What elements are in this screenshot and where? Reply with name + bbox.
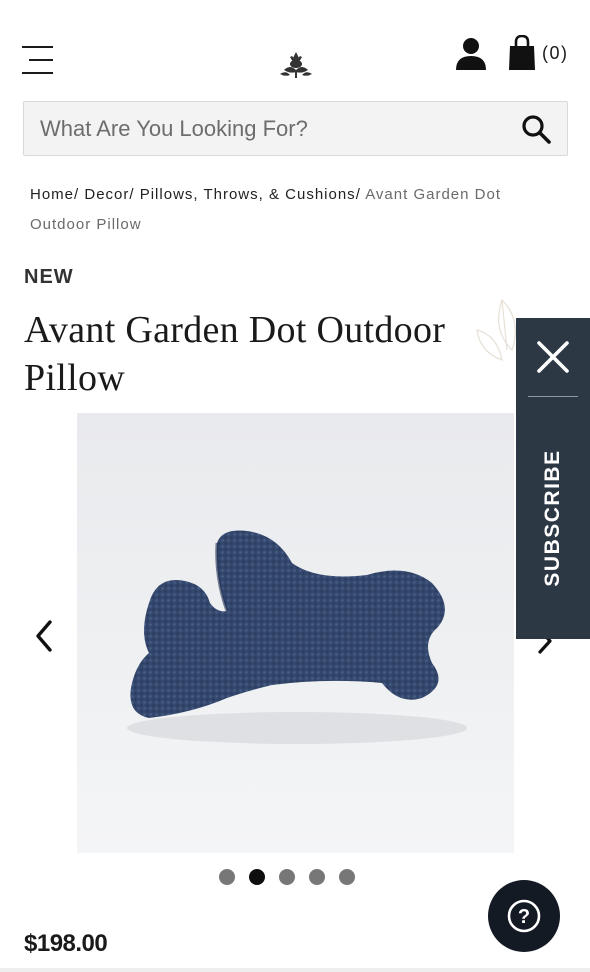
breadcrumb-pillows[interactable]: Pillows, Throws, & Cushions: [140, 186, 356, 203]
gallery-pagination: [219, 869, 355, 885]
menu-bar: [22, 72, 53, 74]
subscribe-panel: SUBSCRIBE: [516, 318, 590, 639]
dog-pillow-image: [127, 530, 467, 744]
help-label: ?: [518, 906, 530, 928]
close-icon[interactable]: [534, 338, 572, 376]
gallery-dot[interactable]: [309, 869, 325, 885]
search-bar: [23, 101, 568, 156]
hamburger-menu-button[interactable]: [22, 44, 54, 76]
gallery-dot[interactable]: [279, 869, 295, 885]
gallery-dot[interactable]: [339, 869, 355, 885]
chevron-left-icon[interactable]: [30, 618, 60, 654]
breadcrumb-separator: /: [129, 186, 135, 203]
breadcrumb-separator: /: [355, 186, 361, 203]
product-image[interactable]: [77, 413, 514, 853]
panel-divider: [528, 396, 578, 397]
menu-bar: [22, 46, 53, 48]
cart-count: (0): [542, 42, 569, 63]
search-input[interactable]: [24, 102, 504, 155]
breadcrumb: Home/ Decor/ Pillows, Throws, & Cushions…: [30, 180, 550, 240]
search-icon[interactable]: [521, 114, 551, 144]
cart-button[interactable]: (0): [508, 34, 569, 72]
gallery-dot-active[interactable]: [249, 869, 265, 885]
help-button[interactable]: ?: [488, 880, 560, 952]
account-icon[interactable]: [454, 36, 488, 72]
breadcrumb-home[interactable]: Home: [30, 186, 74, 203]
gallery-dot[interactable]: [219, 869, 235, 885]
shopping-bag-icon: [509, 35, 535, 70]
breadcrumb-decor[interactable]: Decor: [84, 186, 129, 203]
question-icon: ?: [507, 899, 541, 933]
bottom-divider: [0, 968, 590, 972]
menu-bar: [29, 59, 53, 61]
subscribe-button[interactable]: SUBSCRIBE: [541, 449, 565, 586]
new-badge: NEW: [24, 266, 74, 288]
breadcrumb-separator: /: [74, 186, 80, 203]
thistle-logo-icon[interactable]: [276, 48, 316, 80]
product-title: Avant Garden Dot Outdoor Pillow: [24, 309, 446, 399]
product-price: $198.00: [24, 930, 108, 957]
